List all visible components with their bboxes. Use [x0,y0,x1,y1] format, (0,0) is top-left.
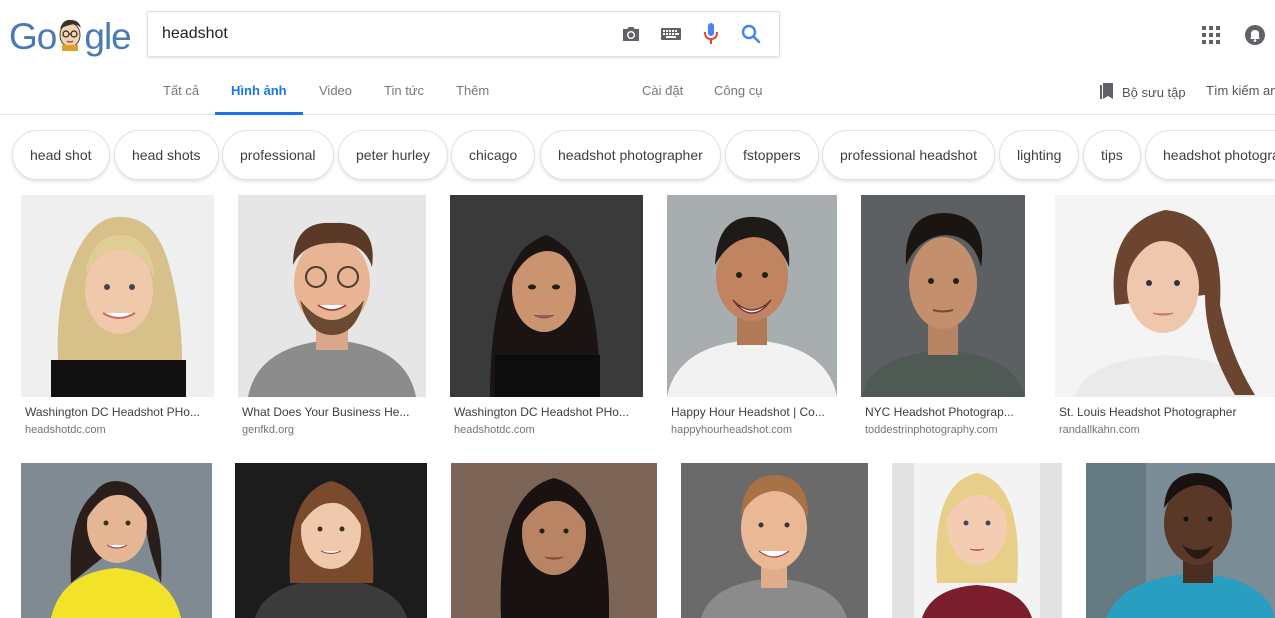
result-title[interactable]: St. Louis Headshot Photographer [1059,405,1271,419]
google-logo[interactable]: Go gle [9,13,134,61]
headshot-thumbnail[interactable] [681,463,868,618]
saved-label: Bộ sưu tập [1122,84,1186,100]
headshot-thumbnail[interactable] [892,463,1062,618]
result-title[interactable]: NYC Headshot Photograp... [865,405,1025,419]
mic-icon[interactable] [699,22,723,46]
tab-more[interactable]: Thêm [456,74,489,115]
chip-head-shot[interactable]: head shot [12,130,110,180]
headshot-thumbnail[interactable] [450,195,643,397]
header: Go gle headshot Tất cả Hình ảnh Video Ti… [0,0,1275,115]
chip-professional[interactable]: professional [222,130,334,180]
chip-lighting[interactable]: lighting [999,130,1080,180]
headshot-thumbnail[interactable] [1055,195,1275,397]
tab-images[interactable]: Hình ảnh [215,74,303,115]
apps-icon[interactable] [1200,24,1222,46]
headshot-thumbnail[interactable] [21,195,214,397]
chip-chicago[interactable]: chicago [451,130,536,180]
headshot-thumbnail[interactable] [667,195,837,397]
result-domain: headshotdc.com [25,424,106,436]
headshot-thumbnail[interactable] [238,195,426,397]
chip-head-shots[interactable]: head shots [114,130,219,180]
chip-professional-headshot[interactable]: professional headshot [822,130,995,180]
result-title[interactable]: Washington DC Headshot PHo... [454,405,640,419]
keyboard-icon[interactable] [659,22,683,46]
logo-text: Go gle [9,16,132,57]
search-icon[interactable] [739,22,763,46]
safesearch-link[interactable]: Tìm kiếm an [1206,82,1275,100]
chip-fstoppers[interactable]: fstoppers [725,130,819,180]
chip-peter-hurley[interactable]: peter hurley [338,130,448,180]
tab-news[interactable]: Tin tức [384,74,424,115]
result-domain: happyhourheadshot.com [671,424,793,436]
result-domain: genfkd.org [242,424,294,436]
related-searches-bar: head shot head shots professional peter … [0,115,1275,195]
camera-icon[interactable] [619,22,643,46]
headshot-thumbnail[interactable] [451,463,657,618]
search-box[interactable] [147,11,780,57]
headshot-thumbnail[interactable] [1086,463,1275,618]
headshot-thumbnail[interactable] [861,195,1025,397]
tab-video[interactable]: Video [319,74,352,115]
headshot-thumbnail[interactable] [235,463,427,618]
result-domain: randallkahn.com [1059,424,1140,436]
tools-link[interactable]: Công cụ [714,74,762,115]
search-tabs: Tất cả Hình ảnh Video Tin tức Thêm Cài đ… [0,74,1275,115]
result-title[interactable]: What Does Your Business He... [242,405,424,419]
settings-link[interactable]: Cài đặt [642,74,683,115]
tab-all[interactable]: Tất cả [163,74,199,115]
result-title[interactable]: Happy Hour Headshot | Co... [671,405,837,419]
chip-tips[interactable]: tips [1083,130,1141,180]
result-title[interactable]: Washington DC Headshot PHo... [25,405,211,419]
bell-icon[interactable] [1243,23,1267,47]
bookmark-icon [1100,82,1116,103]
saved-collections-link[interactable]: Bộ sưu tập [1100,82,1186,103]
headshot-thumbnail[interactable] [21,463,212,618]
chip-headshot-photographer[interactable]: headshot photographer [540,130,721,180]
result-domain: toddestrinphotography.com [865,424,998,436]
result-domain: headshotdc.com [454,424,535,436]
search-input[interactable] [162,12,602,56]
chip-headshot-photography[interactable]: headshot photogra [1145,130,1275,180]
doodle-face-icon [57,17,83,51]
